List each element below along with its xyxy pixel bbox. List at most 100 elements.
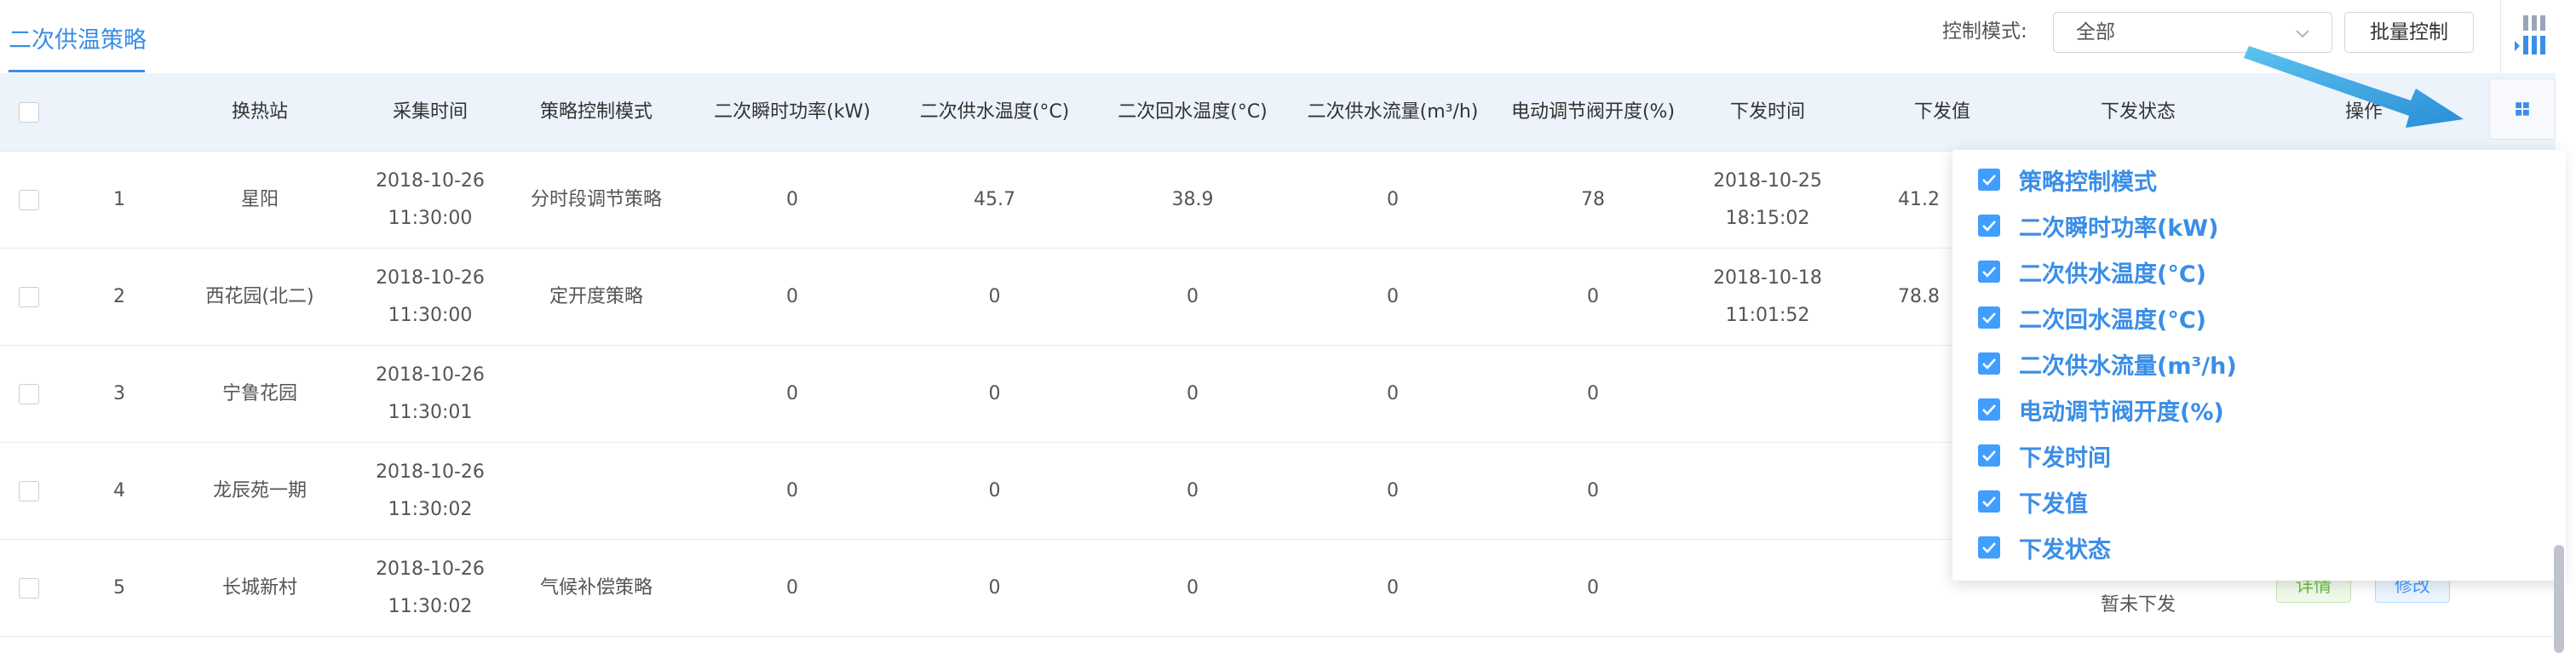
cell-send-time	[1711, 443, 1825, 539]
cell-send-time: 2018-10-25 18:15:02	[1713, 169, 1822, 229]
column-option-flow[interactable]: 二次供水流量(m³/h)	[1978, 341, 2237, 387]
check-icon[interactable]	[1978, 306, 2000, 329]
check-icon[interactable]	[1978, 444, 2000, 467]
check-icon[interactable]	[1978, 398, 2000, 421]
header-station[interactable]: 换热站	[175, 73, 345, 152]
column-settings-popover: 策略控制模式 二次瞬时功率(kW) 二次供水温度(°C) 二次回水温度(°C) …	[1952, 150, 2562, 581]
cell-send-time: 2018-10-18 11:01:52	[1713, 266, 1822, 326]
cell-supply-temp: 45.7	[974, 188, 1015, 210]
cell-return-temp: 0	[1187, 285, 1199, 307]
column-option-label: 二次供水流量(m³/h)	[2019, 352, 2237, 380]
column-option-send-time[interactable]: 下发时间	[1978, 432, 2111, 478]
header-send-status[interactable]: 下发状态	[2044, 73, 2232, 152]
cell-power: 0	[786, 285, 798, 307]
cell-station: 西花园(北二)	[205, 285, 314, 307]
column-option-label: 下发时间	[2019, 444, 2111, 472]
cell-strategy-mode	[511, 346, 681, 442]
cell-flow: 0	[1387, 382, 1399, 404]
cell-valve: 78	[1581, 188, 1605, 210]
cell-strategy-mode: 分时段调节策略	[530, 188, 662, 210]
cell-power: 0	[786, 382, 798, 404]
header-collect-time[interactable]: 采集时间	[354, 73, 507, 152]
cell-station: 长城新村	[221, 576, 297, 599]
cell-supply-temp: 0	[988, 479, 1001, 501]
columns-icon[interactable]	[2513, 12, 2550, 58]
tab-secondary-supply-temp[interactable]: 二次供温策略	[9, 22, 147, 68]
column-option-strategy-mode[interactable]: 策略控制模式	[1978, 157, 2157, 203]
grid-icon	[2516, 102, 2529, 116]
row-index: 1	[113, 188, 125, 210]
cell-return-temp: 0	[1187, 479, 1199, 501]
row-index: 5	[113, 576, 125, 599]
table-header: 换热站 采集时间 策略控制模式 二次瞬时功率(kW) 二次供水温度(°C) 二次…	[0, 73, 2556, 152]
row-checkbox[interactable]	[19, 578, 39, 599]
control-mode-value: 全部	[2076, 21, 2115, 43]
arrow-annotation-icon	[2244, 46, 2464, 128]
column-option-label: 策略控制模式	[2019, 169, 2157, 196]
header-return-temp[interactable]: 二次回水温度(°C)	[1099, 73, 1286, 152]
cell-collect-time: 2018-10-26 11:30:02	[376, 558, 485, 617]
check-icon[interactable]	[1978, 169, 2000, 191]
column-option-label: 下发值	[2019, 490, 2088, 518]
column-option-return-temp[interactable]: 二次回水温度(°C)	[1978, 295, 2206, 341]
column-option-label: 二次供水温度(°C)	[2019, 261, 2206, 288]
cell-valve: 0	[1587, 479, 1599, 501]
column-option-label: 电动调节阀开度(%)	[2019, 398, 2224, 426]
header-power[interactable]: 二次瞬时功率(kW)	[690, 73, 894, 152]
cell-flow: 0	[1387, 285, 1399, 307]
row-index: 4	[113, 479, 125, 501]
row-index: 3	[113, 382, 125, 404]
cell-collect-time: 2018-10-26 11:30:00	[376, 266, 485, 326]
cell-strategy-mode: 定开度策略	[549, 285, 643, 307]
header-strategy-mode[interactable]: 策略控制模式	[511, 73, 681, 152]
column-option-label: 二次瞬时功率(kW)	[2019, 215, 2219, 242]
check-icon[interactable]	[1978, 352, 2000, 375]
cell-strategy-mode	[511, 443, 681, 539]
row-index: 2	[113, 285, 125, 307]
header-valve[interactable]: 电动调节阀开度(%)	[1491, 73, 1695, 152]
column-option-valve[interactable]: 电动调节阀开度(%)	[1978, 387, 2224, 432]
cell-valve: 0	[1587, 576, 1599, 599]
check-icon[interactable]	[1978, 536, 2000, 558]
cell-supply-temp: 0	[988, 285, 1001, 307]
active-tab-indicator	[9, 70, 145, 72]
row-checkbox[interactable]	[19, 287, 39, 307]
row-checkbox[interactable]	[19, 481, 39, 501]
cell-station: 宁鲁花园	[221, 382, 297, 404]
column-settings-button[interactable]	[2489, 78, 2556, 140]
cell-flow: 0	[1387, 188, 1399, 210]
column-option-send-status[interactable]: 下发状态	[1978, 524, 2111, 570]
cell-flow: 0	[1387, 479, 1399, 501]
vertical-scrollbar-thumb[interactable]	[2554, 545, 2564, 653]
column-option-supply-temp[interactable]: 二次供水温度(°C)	[1978, 249, 2206, 295]
check-icon[interactable]	[1978, 490, 2000, 513]
header-send-time[interactable]: 下发时间	[1695, 73, 1840, 152]
cell-return-temp: 38.9	[1171, 188, 1214, 210]
cell-return-temp: 0	[1187, 382, 1199, 404]
check-icon[interactable]	[1978, 215, 2000, 237]
cell-station: 龙辰苑一期	[212, 479, 307, 501]
toolbar-divider	[2500, 0, 2501, 73]
cell-collect-time: 2018-10-26 11:30:02	[376, 461, 485, 520]
select-all-checkbox[interactable]	[19, 102, 39, 123]
column-option-send-value[interactable]: 下发值	[1978, 478, 2088, 524]
cell-power: 0	[786, 576, 798, 599]
cell-flow: 0	[1387, 576, 1399, 599]
column-option-label: 下发状态	[2019, 536, 2111, 564]
control-mode-label: 控制模式:	[1942, 20, 2027, 43]
header-send-value[interactable]: 下发值	[1874, 73, 2010, 152]
column-option-power[interactable]: 二次瞬时功率(kW)	[1978, 203, 2218, 249]
cell-power: 0	[786, 188, 798, 210]
cell-collect-time: 2018-10-26 11:30:01	[376, 364, 485, 423]
row-checkbox[interactable]	[19, 190, 39, 210]
header-supply-temp[interactable]: 二次供水温度(°C)	[903, 73, 1086, 152]
cell-send-time	[1711, 346, 1825, 442]
cell-power: 0	[786, 479, 798, 501]
header-flow[interactable]: 二次供水流量(m³/h)	[1303, 73, 1482, 152]
check-icon[interactable]	[1978, 261, 2000, 283]
column-option-label: 二次回水温度(°C)	[2019, 306, 2206, 334]
row-checkbox[interactable]	[19, 384, 39, 404]
cell-supply-temp: 0	[988, 576, 1001, 599]
cell-collect-time: 2018-10-26 11:30:00	[376, 169, 485, 229]
cell-station: 星阳	[240, 188, 279, 210]
